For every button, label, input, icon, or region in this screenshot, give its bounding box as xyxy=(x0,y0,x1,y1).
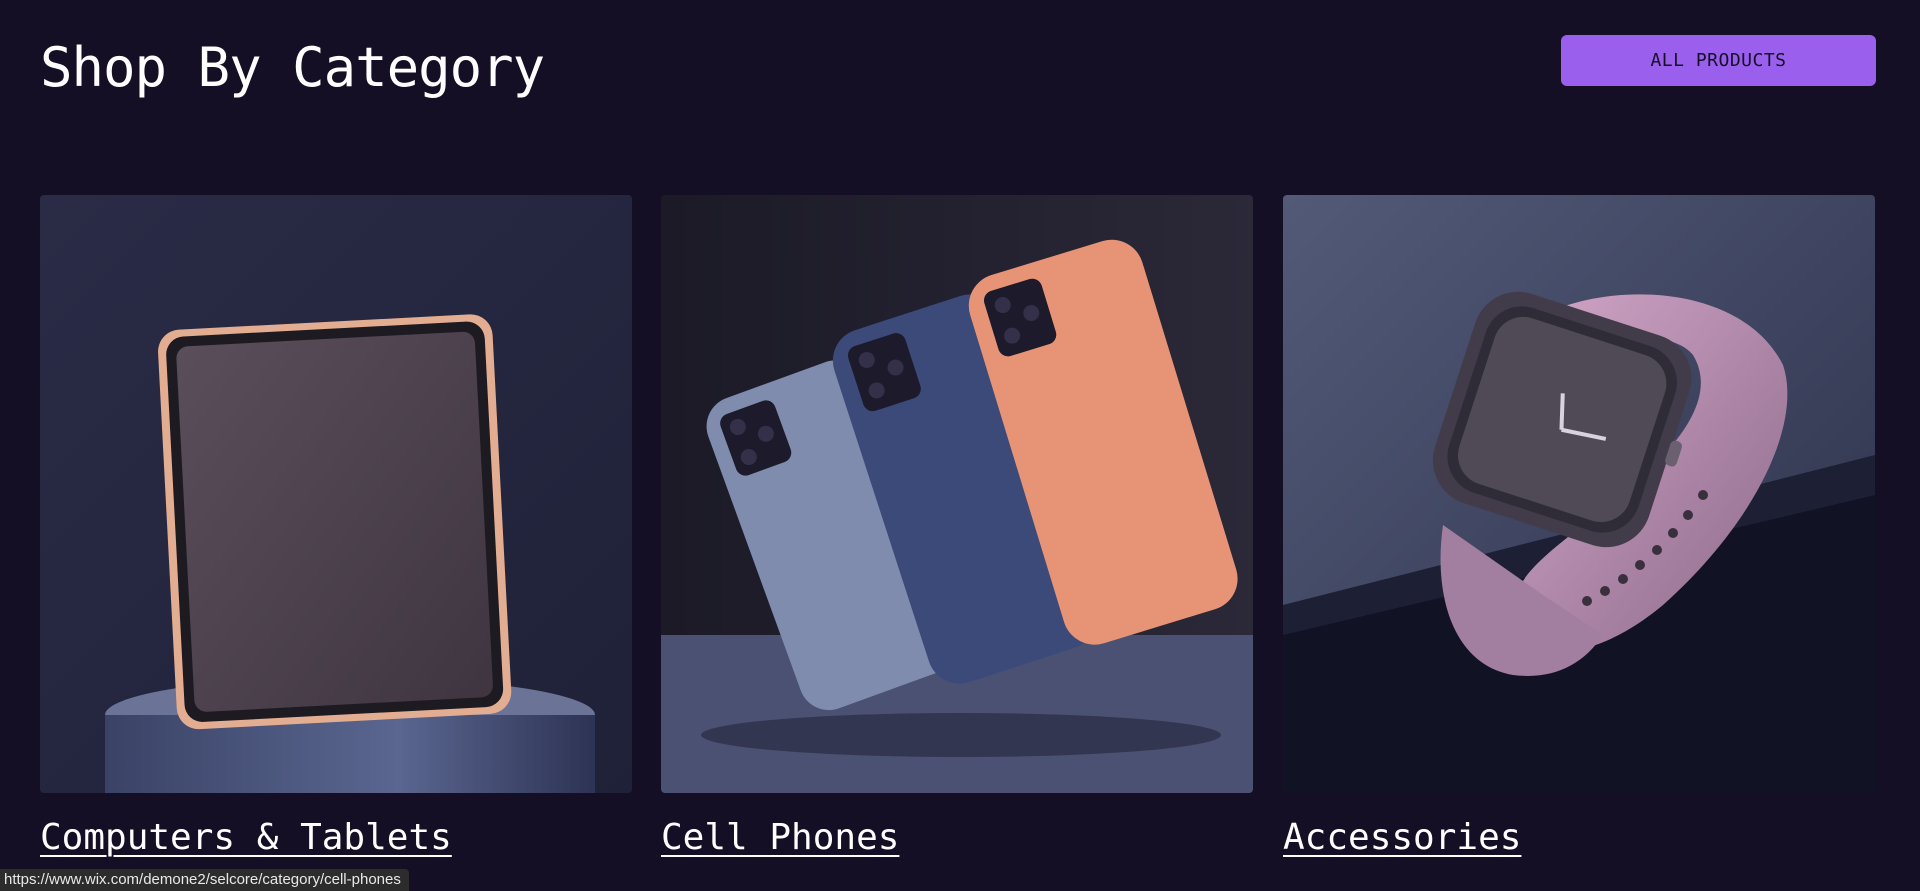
phones-icon xyxy=(661,195,1253,793)
all-products-button[interactable]: ALL PRODUCTS xyxy=(1561,35,1876,86)
status-bar-url: https://www.wix.com/demone2/selcore/cate… xyxy=(0,869,409,891)
category-image-accessories[interactable] xyxy=(1283,195,1875,793)
page-title: Shop By Category xyxy=(40,36,545,99)
category-label-computers-tablets[interactable]: Computers & Tablets xyxy=(40,817,452,858)
category-label-cell-phones[interactable]: Cell Phones xyxy=(661,817,899,858)
category-card-cell-phones[interactable]: Cell Phones xyxy=(661,195,1253,858)
category-label-accessories[interactable]: Accessories xyxy=(1283,817,1521,858)
category-card-computers-tablets[interactable]: Computers & Tablets xyxy=(40,195,632,858)
category-card-accessories[interactable]: Accessories xyxy=(1283,195,1875,858)
smartwatch-icon xyxy=(1283,195,1875,793)
category-image-computers-tablets[interactable] xyxy=(40,195,632,793)
tablet-icon xyxy=(40,195,632,793)
category-image-cell-phones[interactable] xyxy=(661,195,1253,793)
page: Shop By Category ALL PRODUCTS Computers … xyxy=(0,0,1920,891)
